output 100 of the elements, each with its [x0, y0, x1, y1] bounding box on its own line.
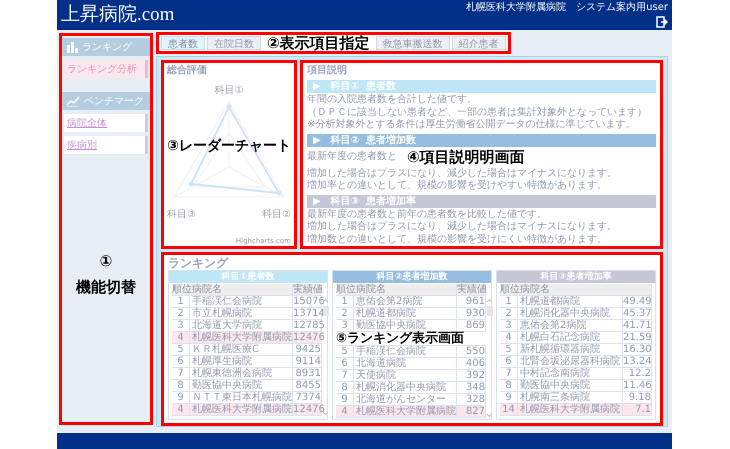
table-cell: 869 — [457, 320, 486, 331]
tab[interactable]: 救急車搬送数 — [376, 36, 450, 50]
table-cell: 5 — [172, 344, 190, 355]
sidebar-link[interactable]: 病院全体 — [64, 114, 148, 132]
table-cell: 9114 — [293, 356, 322, 367]
table-cell: 2 — [172, 308, 190, 319]
sidebar-link[interactable]: 疾病別 — [64, 136, 148, 154]
table-cell: 3 — [336, 320, 354, 331]
table-title: 科目③患者増加率 — [497, 271, 655, 283]
tab[interactable]: 紹介患者 — [452, 36, 506, 50]
table-cell: 札幌南三条病院 — [518, 392, 623, 403]
table-cell: 328 — [457, 394, 486, 405]
table-title: 科目①患者数 — [169, 271, 327, 283]
table-cell: 札幌医科大学附属病院 — [190, 332, 293, 343]
description-text: 増加した場合はプラスになり、減少した場合はマイナスになります。 — [307, 221, 618, 232]
annotation-label: ②表示項目指定 — [266, 35, 371, 51]
table-title: 科目②患者増加数 — [333, 271, 491, 283]
column-header: 病院名 — [190, 284, 293, 295]
table-cell: 7374 — [293, 392, 322, 403]
table-cell: 9 — [172, 392, 190, 403]
table-cell: 5 — [336, 346, 354, 357]
table-cell: 4 — [172, 404, 190, 415]
annotation-label: ④項目説明明画面 — [407, 148, 525, 166]
table-cell: 6 — [500, 356, 518, 367]
table-cell: 北海道病院 — [354, 358, 457, 369]
table-cell: ＮＴＴ東日本札幌病院 — [190, 392, 293, 403]
site-logo[interactable]: 上昇病院.com — [61, 1, 174, 29]
column-header: 順位 — [172, 284, 190, 295]
table-cell: 8 — [500, 380, 518, 391]
chevron-down-icon — [322, 411, 329, 416]
table-cell: 930 — [457, 308, 486, 319]
table-cell: 札幌消化器中央病院 — [354, 382, 457, 393]
table-cell: 9425 — [293, 344, 322, 355]
table-cell: 1 — [172, 296, 190, 307]
table-cell: 新札幌循環器病院 — [518, 344, 623, 355]
bar-chart-icon — [66, 41, 78, 53]
table-cell: 市立札幌病院 — [190, 308, 293, 319]
tab[interactable]: 在院日数 — [207, 36, 261, 50]
table-cell: 392 — [457, 370, 486, 381]
table-cell: 6 — [336, 358, 354, 369]
description-text: 増加した場合はプラスになり、減少した場合はマイナスになります。 — [307, 168, 618, 179]
section-header: ▶ 科目① 患者数 — [307, 80, 656, 93]
table-cell: 勤医協中央病院 — [354, 320, 457, 331]
panel-title: 総合評価 — [167, 64, 208, 77]
table-cell: 札幌白石記念病院 — [518, 332, 623, 343]
annotation-label: ③レーダーチャート — [167, 137, 291, 155]
logout-button[interactable] — [656, 16, 668, 29]
tab[interactable]: 患者数 — [161, 36, 205, 50]
table-cell: 札幌東徳洲会病院 — [190, 368, 293, 379]
table-cell: 7 — [500, 368, 518, 379]
table-cell: 札幌医科大学附属病院 — [518, 404, 623, 415]
chevron-up-icon — [486, 298, 493, 303]
annotation-label: ⑤ランキング表示画面 — [336, 332, 464, 345]
axis-label: 科目① — [214, 84, 244, 97]
table-cell: 恵佑会第2病院 — [518, 320, 623, 331]
table-cell: 21.59 — [623, 332, 652, 343]
table-cell: 12476 — [293, 404, 322, 415]
table-cell: 手稲渓仁会病院 — [190, 296, 293, 307]
table-cell: 1 — [500, 296, 518, 307]
table-cell: 天使病院 — [354, 370, 457, 381]
chevron-down-icon — [486, 413, 493, 418]
scroll-thumb[interactable] — [486, 306, 492, 316]
table-cell: 9 — [500, 392, 518, 403]
description-text: （ＤＰＣに該当しない患者など、一部の患者は集計対象外となっています） — [307, 106, 648, 118]
description-text: 年間の入院患者数を合計した値です。 — [307, 94, 478, 106]
sidebar-link[interactable]: ランキング分析 — [64, 60, 148, 78]
table-cell: 8931 — [293, 368, 322, 379]
line-chart-icon — [66, 95, 80, 107]
table-cell: 北海道がんセンター — [354, 394, 457, 405]
column-header: 実績値 — [457, 284, 486, 295]
table-cell: 9.18 — [623, 392, 652, 403]
axis-label: 科目③ — [167, 208, 196, 221]
section-title: ベンチマーク — [84, 95, 144, 108]
column-header: 実績値 — [293, 284, 322, 295]
table-cell: 2 — [336, 308, 354, 319]
table-cell: 札幌道都病院 — [354, 308, 457, 319]
table-cell: 11.46 — [623, 380, 652, 391]
table-cell: 札幌医科大学附属病院 — [190, 404, 293, 415]
column-header: 病院名 — [354, 284, 457, 295]
table-cell: 13.24 — [623, 356, 652, 367]
panel-title: ランキング — [168, 256, 230, 270]
description-text: 増加数との違いとして、規模の影響を受けにくい特徴があります。 — [307, 234, 608, 245]
user-info: 札幌医科大学附属病院 システム案内用user — [466, 2, 668, 14]
table-cell: 5 — [500, 344, 518, 355]
table-cell: 3 — [172, 320, 190, 331]
table-cell: 7 — [172, 368, 190, 379]
table-cell: 札幌道都病院 — [518, 296, 623, 307]
table-cell: 勤医協中央病院 — [190, 380, 293, 391]
table-cell: 961 — [457, 296, 486, 307]
description-text: 最新年度の患者数と — [307, 151, 397, 163]
panel-title: 項目説明 — [307, 64, 348, 77]
table-cell: 2 — [500, 308, 518, 319]
logout-icon — [656, 16, 668, 28]
section-title: ランキング — [82, 41, 132, 54]
table-cell: 北海道大学病院 — [190, 320, 293, 331]
scroll-thumb[interactable] — [322, 306, 328, 316]
table-cell: 1 — [336, 296, 354, 307]
column-header: 順位 — [500, 284, 518, 295]
table-cell: 406 — [457, 358, 486, 369]
table-cell: 41.71 — [623, 320, 652, 331]
